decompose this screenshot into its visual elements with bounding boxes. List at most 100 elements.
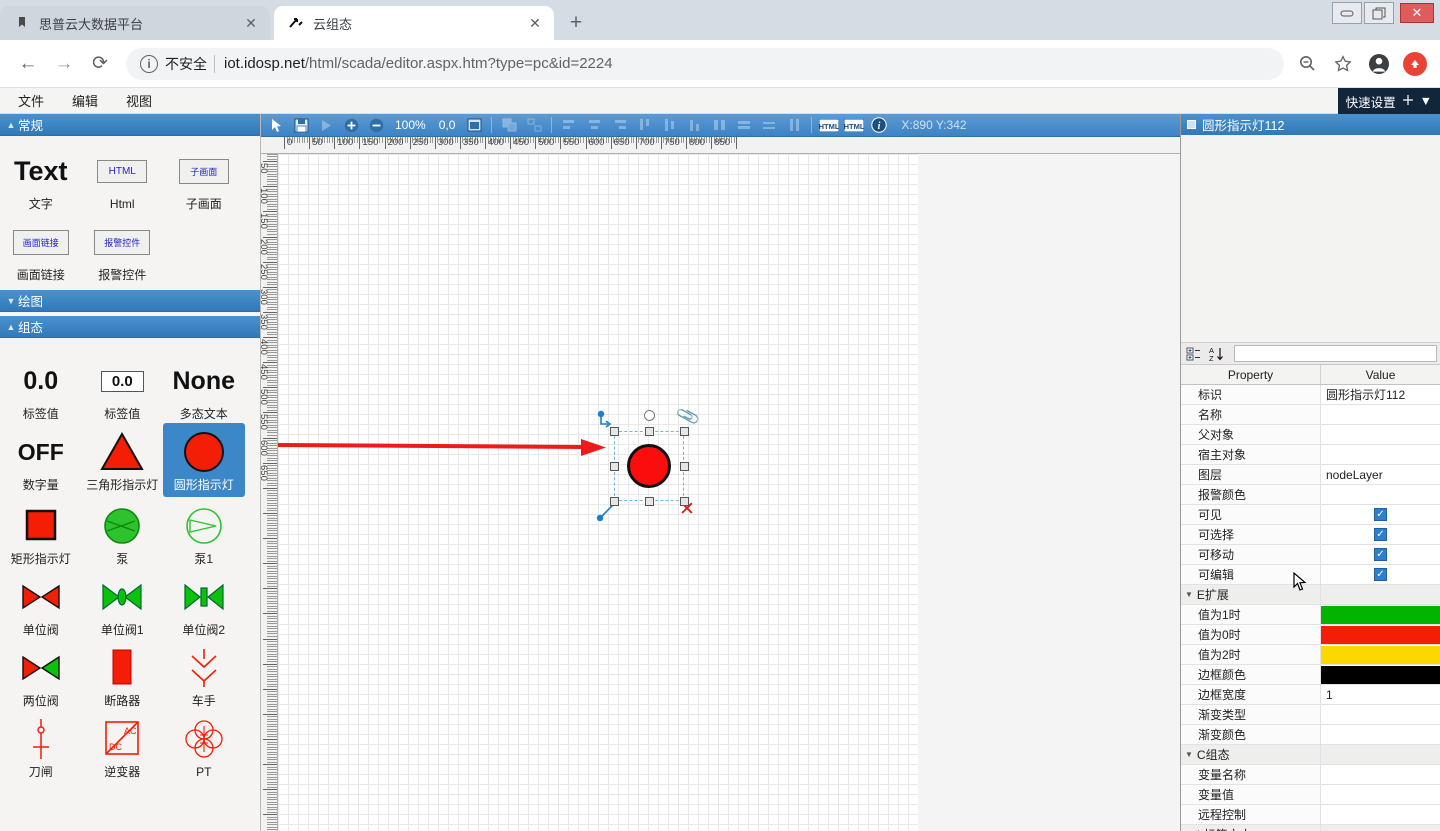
property-row[interactable]: 可移动✓ <box>1181 545 1440 565</box>
property-value[interactable] <box>1321 725 1440 744</box>
reload-icon[interactable]: ⟳ <box>82 46 118 82</box>
menu-edit[interactable]: 编辑 <box>62 91 108 110</box>
sort-az-icon[interactable]: AZ <box>1207 345 1226 363</box>
palette-item-pt[interactable]: PT <box>163 710 245 781</box>
property-row[interactable]: 值为0时 <box>1181 625 1440 645</box>
html-out-icon[interactable]: HTML <box>843 115 865 135</box>
property-row[interactable]: 变量值 <box>1181 785 1440 805</box>
property-group-row[interactable]: ▼L标签文本 <box>1181 825 1440 831</box>
palette-item-pump1[interactable]: 泵1 <box>163 497 245 568</box>
property-value[interactable] <box>1321 425 1440 444</box>
resize-handle-n[interactable] <box>645 427 654 436</box>
property-row[interactable]: 图层nodeLayer <box>1181 465 1440 485</box>
property-row[interactable]: 远程控制 <box>1181 805 1440 825</box>
html-in-icon[interactable]: HTML <box>818 115 840 135</box>
property-value[interactable] <box>1321 785 1440 804</box>
distribute-v-icon[interactable] <box>708 115 730 135</box>
property-row[interactable]: 可见✓ <box>1181 505 1440 525</box>
star-icon[interactable] <box>1328 49 1358 79</box>
palette-item-digital[interactable]: OFF 数字量 <box>0 423 82 497</box>
property-value[interactable] <box>1321 625 1440 644</box>
resize-handle-se[interactable] <box>680 497 689 506</box>
resize-handle-nw[interactable] <box>610 427 619 436</box>
selection-widget[interactable]: 📎 ✕ <box>604 409 704 519</box>
palette-item-twoway-valve[interactable]: 两位阀 <box>0 639 82 710</box>
close-icon[interactable]: ✕ <box>1400 3 1434 23</box>
tab-0[interactable]: 思普云大数据平台 ✕ <box>0 6 270 40</box>
property-checkbox[interactable]: ✓ <box>1374 528 1387 541</box>
align-bottom-icon[interactable] <box>683 115 705 135</box>
property-value[interactable] <box>1321 645 1440 664</box>
property-value[interactable] <box>1321 405 1440 424</box>
fit-screen-icon[interactable] <box>463 115 485 135</box>
property-row[interactable]: 可编辑✓ <box>1181 565 1440 585</box>
align-left-icon[interactable] <box>558 115 580 135</box>
property-value[interactable] <box>1321 765 1440 784</box>
palette-item-pump[interactable]: 泵 <box>82 497 164 568</box>
info-icon[interactable]: i <box>868 115 890 135</box>
palette-item-valve[interactable]: 单位阀 <box>0 568 82 639</box>
palette-item-multistate-text[interactable]: None 多态文本 <box>163 352 245 423</box>
property-value[interactable] <box>1321 705 1440 724</box>
same-height-icon[interactable] <box>758 115 780 135</box>
palette-item-html[interactable]: HTML Html <box>82 142 164 213</box>
group-caret-icon[interactable]: ▼ <box>1185 590 1193 599</box>
property-row[interactable]: 值为2时 <box>1181 645 1440 665</box>
select-arrow-icon[interactable] <box>265 115 287 135</box>
palette-item-inverter[interactable]: ACDC 逆变器 <box>82 710 164 781</box>
property-row[interactable]: 报警颜色 <box>1181 485 1440 505</box>
property-row[interactable]: 边框颜色 <box>1181 665 1440 685</box>
palette-item-valve2[interactable]: 单位阀2 <box>163 568 245 639</box>
profile-icon[interactable] <box>1364 49 1394 79</box>
property-value[interactable]: ✓ <box>1321 545 1440 564</box>
property-group-row[interactable]: ▼C组态 <box>1181 745 1440 765</box>
property-row[interactable]: 宿主对象 <box>1181 445 1440 465</box>
distribute-h-icon[interactable] <box>783 115 805 135</box>
categorize-icon[interactable] <box>1184 345 1203 363</box>
property-value[interactable]: 1 <box>1321 685 1440 704</box>
property-value[interactable]: nodeLayer <box>1321 465 1440 484</box>
palette-item-knife-switch[interactable]: 刀闸 <box>0 710 82 781</box>
property-checkbox[interactable]: ✓ <box>1374 508 1387 521</box>
color-swatch[interactable] <box>1321 606 1440 624</box>
palette-item-text[interactable]: Text 文字 <box>0 142 82 213</box>
align-top-icon[interactable] <box>633 115 655 135</box>
resize-handle-e[interactable] <box>680 462 689 471</box>
palette-item-triangle-lamp[interactable]: 三角形指示灯 <box>82 423 164 497</box>
palette-item-alarm-widget[interactable]: 报警控件 报警控件 <box>82 213 164 284</box>
property-search-field[interactable] <box>1234 345 1437 362</box>
property-value[interactable] <box>1321 605 1440 624</box>
property-row[interactable]: 边框宽度1 <box>1181 685 1440 705</box>
site-info-icon[interactable]: i <box>140 55 158 73</box>
new-tab-button[interactable]: + <box>562 9 590 37</box>
address-bar[interactable]: i 不安全 iot.idosp.net/html/scada/editor.as… <box>126 48 1284 80</box>
canvas-circle-lamp[interactable] <box>627 444 671 488</box>
resize-handle-sw[interactable] <box>610 497 619 506</box>
property-row[interactable]: 名称 <box>1181 405 1440 425</box>
property-value[interactable]: ✓ <box>1321 565 1440 584</box>
palette-item-valve1[interactable]: 单位阀1 <box>82 568 164 639</box>
tab-0-close-icon[interactable]: ✕ <box>240 12 262 34</box>
same-width-icon[interactable] <box>733 115 755 135</box>
rotate-handle-icon[interactable] <box>644 410 655 421</box>
color-swatch[interactable] <box>1321 666 1440 684</box>
quick-settings-button[interactable]: 快速设置 ▼ <box>1338 88 1440 114</box>
forward-icon[interactable]: → <box>46 46 82 82</box>
section-header-scada[interactable]: ▲ 组态 <box>0 316 260 338</box>
back-icon[interactable]: ← <box>10 46 46 82</box>
extension-icon[interactable] <box>1400 49 1430 79</box>
property-value[interactable] <box>1321 445 1440 464</box>
palette-item-circle-lamp[interactable]: 圆形指示灯 <box>163 423 245 497</box>
ungroup-icon[interactable] <box>523 115 545 135</box>
group-caret-icon[interactable]: ▼ <box>1185 750 1193 759</box>
restore-icon[interactable] <box>1364 2 1394 24</box>
minimize-icon[interactable] <box>1332 2 1362 24</box>
color-swatch[interactable] <box>1321 646 1440 664</box>
palette-item-subscreen[interactable]: 子画面 子画面 <box>163 142 245 213</box>
menu-view[interactable]: 视图 <box>116 91 162 110</box>
property-value[interactable] <box>1321 665 1440 684</box>
property-value[interactable]: 圆形指示灯112 <box>1321 385 1440 404</box>
resize-handle-ne[interactable] <box>680 427 689 436</box>
save-icon[interactable] <box>290 115 312 135</box>
palette-item-breaker[interactable]: 断路器 <box>82 639 164 710</box>
